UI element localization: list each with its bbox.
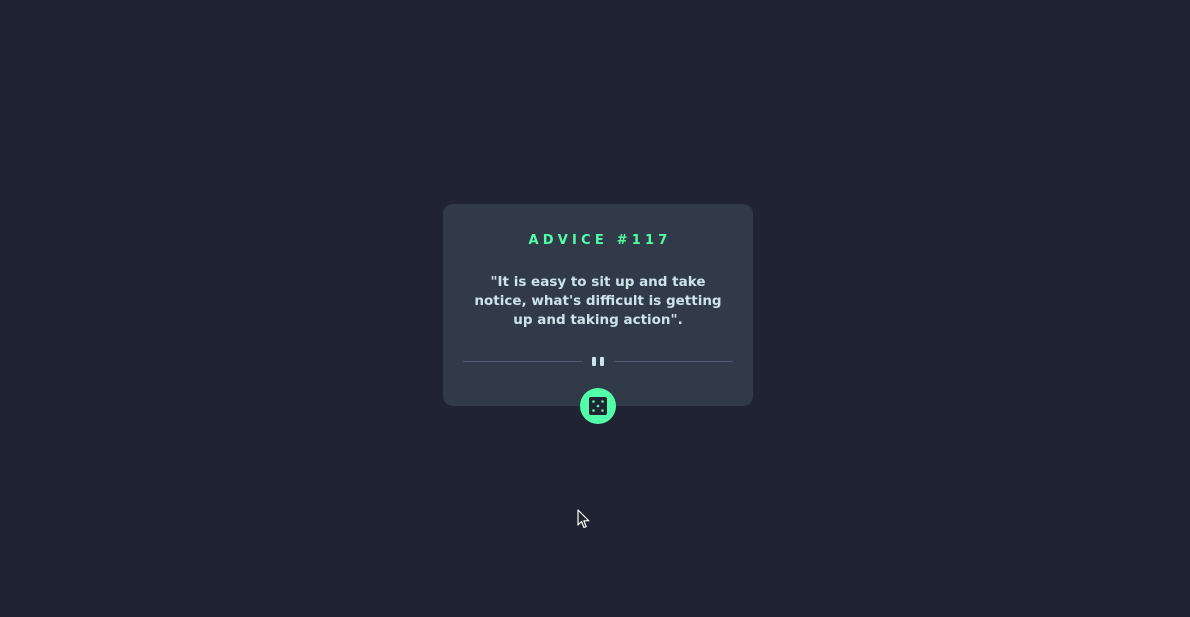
page-background: ADVICE #117 "It is easy to sit up and ta…	[0, 0, 1190, 617]
dice-icon	[589, 397, 607, 415]
advice-quote: "It is easy to sit up and take notice, w…	[474, 274, 722, 328]
card-divider	[463, 355, 733, 369]
pause-icon	[592, 357, 604, 366]
divider-line-right	[614, 361, 733, 362]
mouse-pointer-icon	[577, 509, 590, 529]
generate-advice-button[interactable]	[580, 388, 616, 424]
divider-line-left	[463, 361, 582, 362]
advice-card: ADVICE #117 "It is easy to sit up and ta…	[443, 204, 753, 406]
advice-id-heading: ADVICE #117	[528, 233, 672, 248]
